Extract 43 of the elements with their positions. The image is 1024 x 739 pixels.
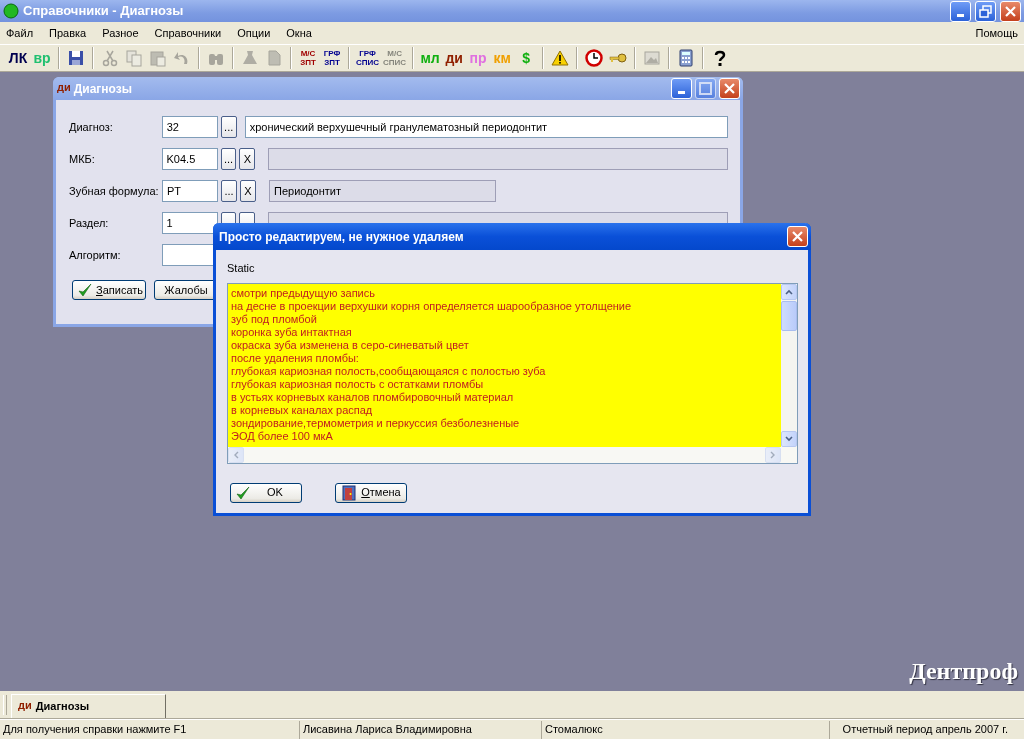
toolbar-button[interactable]: М/С ЗПТ (298, 47, 318, 69)
status-text: Для получения справки нажмите F1 (0, 720, 300, 739)
toolbar-button[interactable]: ГРФ ЗПТ (322, 47, 342, 69)
field-label: Раздел: (69, 215, 110, 231)
browse-button[interactable]: ... (221, 180, 237, 202)
code-field[interactable]: 32 (161, 116, 218, 138)
browse-button[interactable]: ... (220, 148, 237, 170)
menu-item[interactable]: Разное (102, 24, 146, 42)
code-field[interactable]: K04.5 (161, 148, 218, 170)
browse-button[interactable]: ... (220, 116, 237, 138)
text-area[interactable]: смотри предыдущую запись на десне в проекции верхушки корня определяется шарообразное утолщение зуб под пломбой коронка зуба интактная окраска зуба изменена в серо-синеватый цвет после удаления пломбы: глубокая кариозная полость,сообщающаяся с полостью зуба глубокая кариозная полость с остатками пломбы в устьях корневых каналов пломбировочный материал в корневых каналах распад зондирование,термометрия и перкуссия безболезненые ЭОД более 100 мкА (228, 283, 781, 447)
field-label: Диагноз: (69, 119, 114, 135)
menu-item[interactable]: Правка (49, 24, 94, 42)
action-button[interactable]: OK (230, 482, 302, 503)
status-text: Отчетный период апрель 2007 г. (841, 722, 1009, 738)
window-title: Справочники - Диагнозы (23, 2, 185, 21)
menu-item[interactable]: Справочники (154, 24, 229, 42)
action-button[interactable]: Записать (72, 280, 146, 300)
code-field[interactable]: PT (162, 180, 218, 202)
toolbar-button[interactable]: ГРФ СПИС (356, 47, 380, 69)
menu-item[interactable]: Окна (286, 24, 319, 42)
field-label: Static (227, 261, 256, 276)
window-title: Диагнозы (73, 80, 133, 98)
clear-button[interactable]: X (239, 148, 256, 170)
description-field[interactable]: хронический верхушечный гранулематозный периодонтит (244, 116, 728, 138)
logo: Дентпроф (909, 657, 1018, 686)
description-field[interactable]: Периодонтит (269, 180, 496, 202)
menu-item[interactable]: Опции (237, 24, 278, 42)
window-tab[interactable]: ди Диагнозы (11, 694, 166, 718)
status-text: Лисавина Лариса Владимировна (300, 720, 542, 739)
field-label: Алгоритм: (69, 247, 122, 263)
field-label: Зубная формула: (69, 183, 160, 199)
clear-button[interactable]: X (240, 180, 256, 202)
toolbar-button[interactable]: ди (444, 47, 465, 69)
menu-item[interactable]: Файл (6, 24, 41, 42)
field-label: МКБ: (69, 151, 96, 167)
menu-item[interactable]: Помощь (975, 24, 1018, 42)
dialog-title: Просто редактируем, не нужное удаляем (219, 228, 465, 246)
code-field[interactable]: 1 (161, 212, 218, 234)
action-button[interactable]: Отмена (335, 482, 407, 503)
window-code-label: ди (57, 80, 71, 95)
status-text: Стомалюкс (542, 720, 830, 739)
toolbar-button[interactable]: ЛК (8, 47, 28, 69)
